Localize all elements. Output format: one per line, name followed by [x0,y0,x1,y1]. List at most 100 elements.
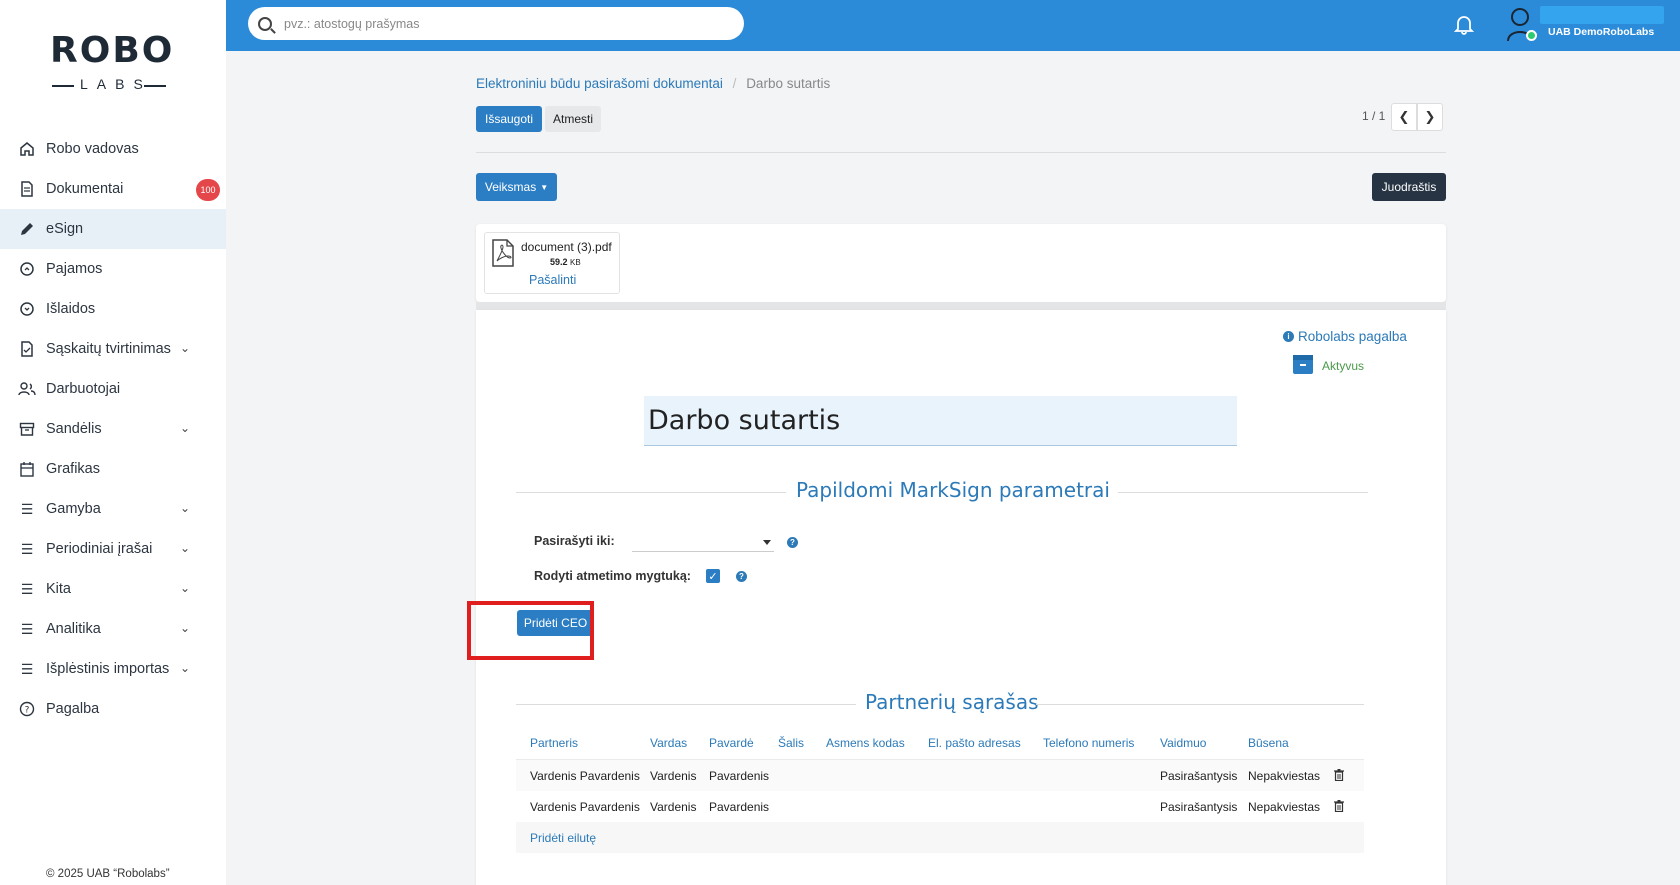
cell-first-name: Vardenis [650,769,697,783]
help-icon: ? [18,700,36,718]
attachment-card[interactable]: document (3).pdf 59.2 KB Pašalinti [484,232,620,294]
cell-last-name: Pavardenis [709,769,770,783]
previous-record-button[interactable]: ❮ [1391,103,1417,131]
search-input[interactable] [284,16,724,31]
sidebar-item-dokumentai[interactable]: Dokumentai 100 [0,169,226,209]
main-content: Elektroniniu būdu pasirašomi dokumentai … [226,51,1680,885]
column-header[interactable]: El. pašto adresas [928,736,1021,750]
search-icon [258,16,272,31]
section-divider-left [516,492,786,493]
action-dropdown-button[interactable]: Veiksmas ▼ [476,173,557,201]
sidebar-item-darbuotojai[interactable]: Darbuotojai [0,369,226,409]
online-status-dot [1526,30,1537,41]
bell-icon[interactable] [1454,13,1474,35]
sidebar-item-label: Išplėstinis importas [46,661,170,677]
chevron-down-icon[interactable]: ⌄ [180,661,190,675]
trash-icon[interactable] [1334,800,1344,812]
column-header[interactable]: Šalis [778,736,804,750]
archive-icon[interactable] [1293,355,1313,374]
caret-down-icon [763,540,771,545]
column-header[interactable]: Telefono numeris [1043,736,1134,750]
sidebar-item-islaidos[interactable]: Išlaidos [0,289,226,329]
question-icon[interactable]: ? [787,537,798,548]
save-button[interactable]: Išsaugoti [476,106,542,132]
sidebar-nav: Robo vadovas Dokumentai 100 eSign Pajamo… [0,129,226,729]
sidebar-item-robo-vadovas[interactable]: Robo vadovas [0,129,226,169]
chevron-down-icon[interactable]: ⌄ [180,501,190,515]
robolabs-help-link[interactable]: i Robolabs pagalba [1283,329,1407,344]
sidebar-item-label: eSign [46,221,84,237]
sidebar-item-periodiniai-irasai[interactable]: ☰ Periodiniai įrašai ⌄ [0,529,226,569]
attachment-size-unit: KB [570,258,581,267]
question-icon[interactable]: ? [736,571,747,582]
invoice-check-icon [18,340,36,358]
sidebar-item-sandelis[interactable]: Sandėlis ⌄ [0,409,226,449]
sidebar-item-pagalba[interactable]: ? Pagalba [0,689,226,729]
chevron-left-icon: ❮ [1398,109,1410,124]
breadcrumb-parent-link[interactable]: Elektroniniu būdu pasirašomi dokumentai [476,76,723,91]
breadcrumb-current: Darbo sutartis [746,76,831,91]
cell-role: Pasirašantysis [1160,800,1238,814]
active-status-label[interactable]: Aktyvus [1322,359,1364,373]
column-header[interactable]: Vaidmuo [1160,736,1206,750]
table-header: Partneris Vardas Pavardė Šalis Asmens ko… [516,724,1364,760]
sidebar-item-kita[interactable]: ☰ Kita ⌄ [0,569,226,609]
document-title-field[interactable]: Darbo sutartis [644,396,1237,446]
show-reject-checkbox[interactable]: ✓ [706,569,720,583]
sidebar-item-saskaitu-tvirtinimas[interactable]: Sąskaitų tvirtinimas ⌄ [0,329,226,369]
chevron-down-icon[interactable]: ⌄ [180,421,190,435]
add-row-link[interactable]: Pridėti eilutę [530,831,596,845]
column-header[interactable]: Vardas [650,736,687,750]
cell-partner: Vardenis Pavardenis [530,769,640,783]
list-icon: ☰ [20,620,34,637]
divider [476,152,1446,153]
sidebar-item-grafikas[interactable]: Grafikas [0,449,226,489]
list-icon: ☰ [20,660,34,677]
sidebar-item-pajamos[interactable]: Pajamos [0,249,226,289]
company-name[interactable]: UAB DemoRoboLabs [1548,26,1654,38]
discard-button[interactable]: Atmesti [545,106,601,132]
attachment-filename: document (3).pdf [521,240,612,254]
column-header[interactable]: Asmens kodas [826,736,905,750]
partners-table: Partneris Vardas Pavardė Šalis Asmens ko… [516,724,1364,853]
add-row-container: Pridėti eilutę [516,822,1364,853]
table-row[interactable]: Vardenis Pavardenis Vardenis Pavardenis … [516,760,1364,791]
logo-subtext: LABS [80,76,152,92]
cell-first-name: Vardenis [650,800,697,814]
sidebar-item-gamyba[interactable]: ☰ Gamyba ⌄ [0,489,226,529]
column-header[interactable]: Partneris [530,736,578,750]
cell-last-name: Pavardenis [709,800,770,814]
robolabs-logo[interactable]: ROBO LABS [48,30,172,92]
cell-status: Nepakviestas [1248,769,1321,783]
chevron-down-icon[interactable]: ⌄ [180,621,190,635]
chevron-down-icon[interactable]: ⌄ [180,541,190,555]
sidebar-item-label: Periodiniai įrašai [46,541,153,557]
section-divider-right [1036,704,1364,705]
remove-attachment-link[interactable]: Pašalinti [529,273,576,287]
column-header[interactable]: Būsena [1248,736,1289,750]
sidebar-item-esign[interactable]: eSign [0,209,226,249]
sidebar-item-label: Išlaidos [46,301,96,317]
svg-text:?: ? [25,706,30,716]
user-name-redacted [1540,6,1664,24]
sidebar-item-isplestinis-importas[interactable]: ☰ Išplėstinis importas ⌄ [0,649,226,689]
sign-until-select[interactable] [632,532,774,552]
users-icon [18,380,36,398]
trash-icon[interactable] [1334,769,1344,781]
expense-icon [18,300,36,318]
chevron-down-icon[interactable]: ⌄ [180,581,190,595]
column-header[interactable]: Pavardė [709,736,754,750]
panel-separator [476,302,1446,310]
home-icon [18,140,36,158]
info-icon: i [1283,331,1294,342]
next-record-button[interactable]: ❯ [1417,103,1443,131]
table-row[interactable]: Vardenis Pavardenis Vardenis Pavardenis … [516,791,1364,822]
pen-icon [18,220,36,238]
sidebar-item-analitika[interactable]: ☰ Analitika ⌄ [0,609,226,649]
chevron-down-icon[interactable]: ⌄ [180,341,190,355]
draft-status-button[interactable]: Juodraštis [1372,173,1446,201]
help-label: Robolabs pagalba [1298,329,1407,344]
cell-partner: Vardenis Pavardenis [530,800,640,814]
search-box[interactable] [248,7,744,40]
attachments-panel: document (3).pdf 59.2 KB Pašalinti [476,224,1446,302]
